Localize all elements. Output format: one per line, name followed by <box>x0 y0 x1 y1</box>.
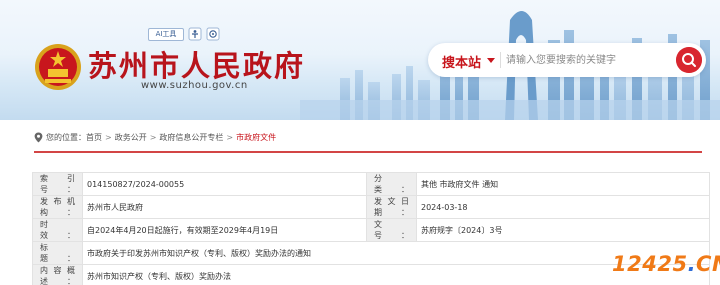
document-info-table: 索 引 号： 014150827/2024-00055 分 类： 其他 市政府文… <box>32 172 710 285</box>
search-button[interactable] <box>676 47 702 73</box>
location-pin-icon <box>34 132 43 142</box>
breadcrumb-item-disclosure[interactable]: 政府信息公开专栏 <box>159 132 223 143</box>
title-label: 标 题： <box>32 241 83 265</box>
watermark-prefix: 12425 <box>612 252 688 276</box>
watermark-dot: . <box>687 252 697 276</box>
index-label: 索 引 号： <box>32 172 83 196</box>
elder-mode-icon[interactable] <box>206 27 220 41</box>
site-url: www.suzhou.gov.cn <box>141 80 248 91</box>
header-banner: 苏州市人民政府 www.suzhou.gov.cn AI工具 搜本站 <box>0 0 720 120</box>
breadcrumb-item-home[interactable]: 首页 <box>86 132 102 143</box>
national-emblem-icon <box>35 44 81 90</box>
category-label: 分 类： <box>366 172 417 196</box>
site-title[interactable]: 苏州市人民政府 <box>88 43 305 85</box>
table-row: 索 引 号： 014150827/2024-00055 分 类： 其他 市政府文… <box>32 172 710 196</box>
breadcrumb: 您的位置： 首页 > 政务公开 > 政府信息公开专栏 > 市政府文件 <box>34 130 276 144</box>
watermark: 12425.CN <box>612 252 720 276</box>
summary-label: 内容概述： <box>32 264 83 285</box>
validity-label: 时 效： <box>32 218 83 242</box>
issuer-value: 苏州市人民政府 <box>82 195 367 219</box>
table-row: 发布机构： 苏州市人民政府 发文日期： 2024-03-18 <box>32 195 710 219</box>
table-row: 标 题： 市政府关于印发苏州市知识产权（专利、版权）奖励办法的通知 <box>32 241 710 265</box>
docno-value: 苏府规字〔2024〕3号 <box>416 218 710 242</box>
table-row: 时 效： 自2024年4月20日起施行，有效期至2029年4月19日 文 号： … <box>32 218 710 242</box>
watermark-suffix: CN <box>696 252 720 276</box>
issuer-label: 发布机构： <box>32 195 83 219</box>
breadcrumb-separator: > <box>105 132 112 142</box>
table-row: 内容概述： 苏州市知识产权（专利、版权）奖励办法 <box>32 264 710 285</box>
search-input[interactable] <box>506 50 666 70</box>
breadcrumb-divider <box>34 151 702 153</box>
breadcrumb-separator: > <box>226 132 234 142</box>
page: 苏州市人民政府 www.suzhou.gov.cn AI工具 搜本站 请输入您要… <box>0 0 720 285</box>
date-value: 2024-03-18 <box>416 195 710 219</box>
search-divider <box>500 52 501 68</box>
breadcrumb-separator: > <box>149 132 157 142</box>
accessibility-icon[interactable] <box>188 27 202 41</box>
validity-value: 自2024年4月20日起施行，有效期至2029年4月19日 <box>82 218 367 242</box>
date-label: 发文日期： <box>366 195 417 219</box>
index-value: 014150827/2024-00055 <box>82 172 367 196</box>
category-value: 其他 市政府文件 通知 <box>416 172 710 196</box>
breadcrumb-item-current[interactable]: 市政府文件 <box>236 132 276 143</box>
breadcrumb-location-label: 您的位置： <box>46 132 86 142</box>
search-bar: 搜本站 <box>428 43 706 77</box>
chevron-down-icon[interactable] <box>487 58 495 63</box>
docno-label: 文 号： <box>366 218 417 242</box>
ai-tools-link[interactable]: AI工具 <box>148 28 184 41</box>
search-scope-select[interactable]: 搜本站 <box>442 52 481 71</box>
breadcrumb-item-affairs[interactable]: 政务公开 <box>115 132 147 143</box>
